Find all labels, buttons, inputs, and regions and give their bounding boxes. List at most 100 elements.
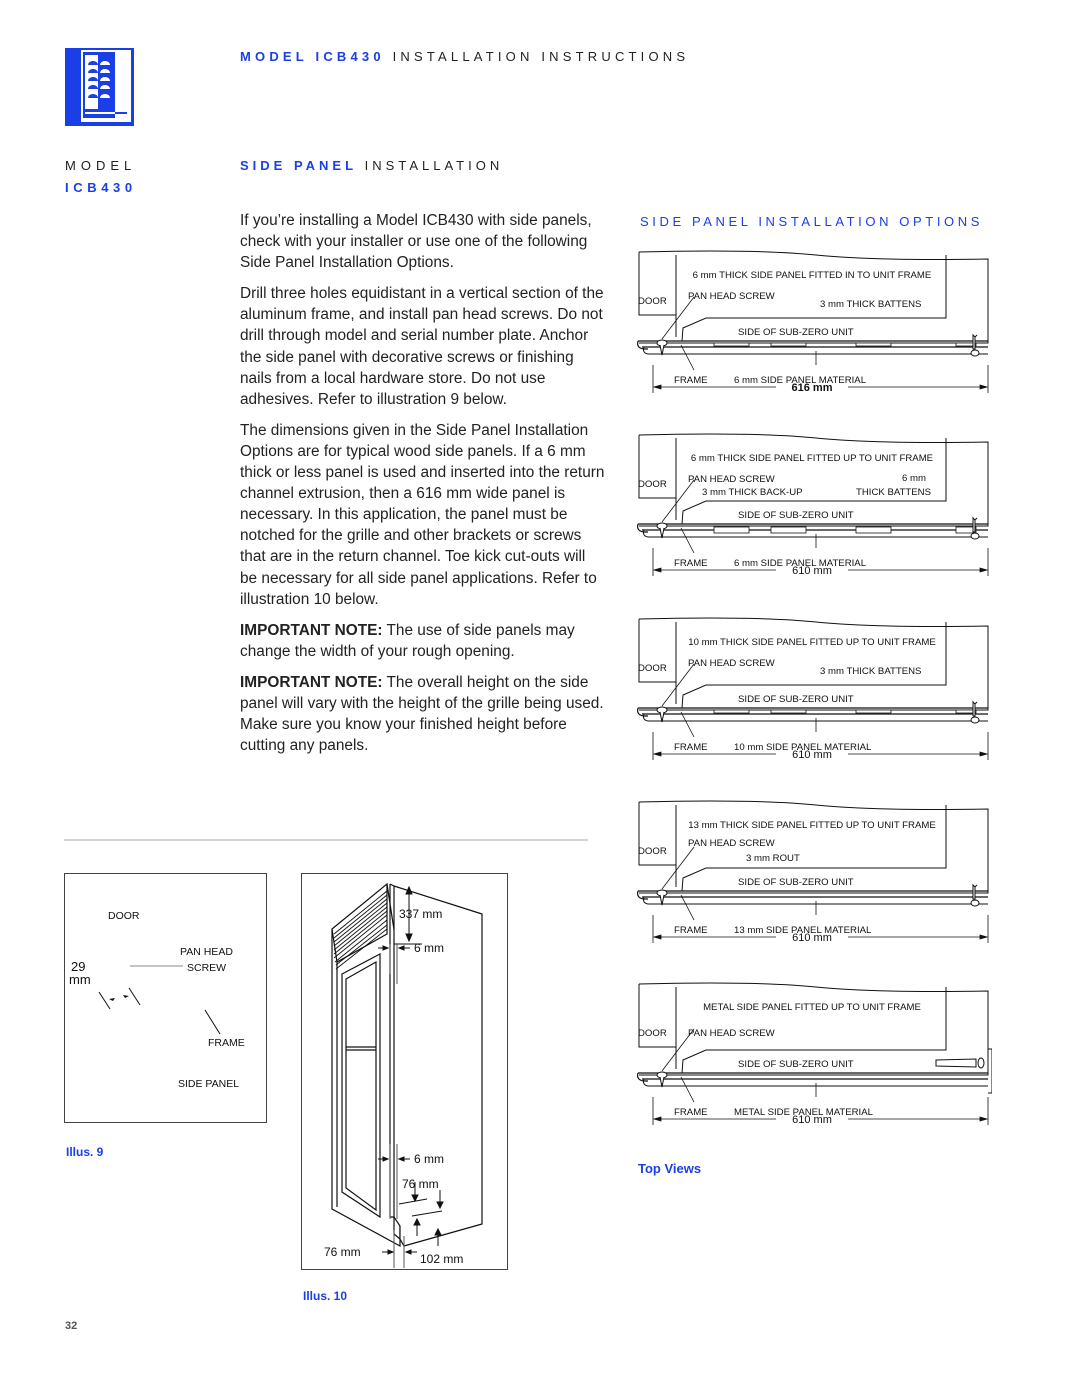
top-view-diagram: 13 mm THICK SIDE PANEL FITTED UP TO UNIT… (636, 795, 992, 955)
door-outline (341, 953, 381, 1219)
diagram-heading: 13 mm THICK SIDE PANEL FITTED UP TO UNIT… (688, 820, 936, 831)
diagram-heading: 6 mm THICK SIDE PANEL FITTED IN TO UNIT … (693, 270, 932, 281)
screw-leader (661, 846, 695, 890)
frame-leader (680, 1076, 695, 1103)
section-title-rest: INSTALLATION (357, 158, 504, 173)
illustration-9-caption: Illus. 9 (66, 1145, 104, 1159)
label-rout: 3 mm ROUT (746, 853, 800, 864)
top-view-diagram: METAL SIDE PANEL FITTED UP TO UNIT FRAME… (636, 977, 992, 1142)
body-text: If you’re installing a Model ICB430 with… (240, 210, 605, 766)
batten (713, 709, 750, 714)
dim-arrow-left (109, 998, 115, 1001)
label-screw: PAN HEAD SCREW (688, 838, 776, 849)
dim-toe-depth: 76 mm (324, 1245, 361, 1259)
label-screw: PAN HEAD SCREW (688, 1028, 776, 1039)
dim-base-height: 102 mm (420, 1252, 463, 1266)
width-value: 610 mm (792, 749, 832, 761)
label-battens-size: 6 mm (902, 473, 926, 484)
dim-tick-right (128, 987, 141, 1006)
batten (770, 526, 807, 534)
label-unit: SIDE OF SUB-ZERO UNIT (738, 1059, 854, 1070)
screw-leader (661, 479, 695, 523)
batten (855, 526, 892, 534)
illustration-10: 337 mm 6 mm 6 mm 76 mm 76 mm 102 mm (301, 873, 508, 1270)
frame-channel (637, 1072, 988, 1082)
document-header: MODEL ICB430 INSTALLATION INSTRUCTIONS (240, 49, 689, 64)
frame-channel (637, 707, 988, 717)
sidebar-model-label: MODEL (65, 158, 137, 173)
label-unit: SIDE OF SUB-ZERO UNIT (738, 877, 854, 888)
dim-gap-top: 6 mm (414, 941, 444, 955)
label-frame: FRAME (674, 375, 708, 386)
header-model: MODEL ICB430 (240, 49, 385, 64)
width-value: 610 mm (792, 1114, 832, 1126)
frame-leader (204, 1009, 221, 1035)
header-subtitle: INSTALLATION INSTRUCTIONS (384, 49, 690, 64)
label-frame: FRAME (208, 1037, 245, 1049)
important-note: IMPORTANT NOTE: The use of side panels m… (240, 620, 605, 662)
top-view-diagram: 6 mm THICK SIDE PANEL FITTED IN TO UNIT … (636, 245, 992, 405)
paragraph: The dimensions given in the Side Panel I… (240, 421, 605, 608)
label-screw: PAN HEAD SCREW (688, 291, 776, 302)
width-value: 610 mm (792, 932, 832, 944)
label-frame: FRAME (674, 1107, 708, 1118)
frame-channel (637, 523, 988, 533)
illustration-10-caption: Illus. 10 (303, 1289, 348, 1303)
dim-toe-height: 76 mm (402, 1177, 439, 1191)
important-note: IMPORTANT NOTE: The overall height on th… (240, 672, 605, 756)
batten (855, 709, 892, 714)
label-frame: FRAME (674, 925, 708, 936)
frame-leader (680, 894, 695, 921)
frame-channel (637, 340, 988, 350)
section-title: SIDE PANEL INSTALLATION (240, 158, 503, 173)
screw-leader (661, 296, 695, 340)
diagram-heading: METAL SIDE PANEL FITTED UP TO UNIT FRAME (703, 1002, 921, 1013)
dim-gap-bottom: 6 mm (414, 1152, 444, 1166)
illustration-9: DOOR PAN HEAD SCREW 29 mm FRAME SIDE PAN… (64, 873, 267, 1123)
width-value: 616 mm (792, 382, 833, 394)
label-unit: SIDE OF SUB-ZERO UNIT (738, 510, 854, 521)
label-screw: PAN HEAD SCREW (688, 658, 776, 669)
label-unit: SIDE OF SUB-ZERO UNIT (738, 694, 854, 705)
frame-leader (680, 711, 695, 738)
decorative-screw-icon (970, 883, 980, 907)
batten (770, 709, 807, 714)
dim-top-height: 337 mm (399, 907, 442, 921)
batten (713, 526, 750, 534)
label-screw: SCREW (187, 962, 226, 974)
top-view-diagram: 10 mm THICK SIDE PANEL FITTED UP TO UNIT… (636, 612, 992, 772)
diagram-heading: 10 mm THICK SIDE PANEL FITTED UP TO UNIT… (688, 637, 936, 648)
dim-tick-left (98, 991, 111, 1010)
label-backup: 3 mm THICK BACK-UP (702, 487, 803, 498)
frame-channel (637, 890, 988, 900)
paragraph: Drill three holes equidistant in a verti… (240, 285, 604, 408)
label-side-panel: SIDE PANEL (178, 1078, 239, 1090)
diagram-heading: 6 mm THICK SIDE PANEL FITTED UP TO UNIT … (691, 453, 933, 464)
label-screw: PAN HEAD SCREW (688, 474, 776, 485)
label-door: DOOR (638, 479, 667, 490)
label-door: DOOR (638, 846, 667, 857)
section-title-bold: SIDE PANEL (240, 158, 358, 173)
note-label: IMPORTANT NOTE: (240, 673, 383, 691)
label-frame: FRAME (674, 742, 708, 753)
label-door: DOOR (638, 1028, 667, 1039)
sidebar-model-number: ICB430 (65, 180, 137, 195)
label-door: DOOR (108, 910, 140, 922)
wine-storage-unit-icon (65, 48, 134, 126)
paragraph: If you’re installing a Model ICB430 with… (240, 212, 592, 272)
label-battens: 3 mm THICK BATTENS (820, 666, 921, 677)
screw-leader (661, 663, 695, 707)
label-frame: FRAME (674, 558, 708, 569)
frame-leader (680, 344, 695, 371)
label-pan-head: PAN HEAD (180, 946, 233, 958)
batten (770, 342, 807, 347)
page-number: 32 (65, 1320, 78, 1332)
top-views-caption: Top Views (638, 1161, 702, 1176)
width-value: 610 mm (792, 565, 832, 577)
label-battens: THICK BATTENS (856, 487, 931, 498)
frame-leader (680, 527, 695, 554)
brand-logo (65, 48, 134, 126)
top-view-diagram: 6 mm THICK SIDE PANEL FITTED UP TO UNIT … (636, 428, 992, 588)
dim-arrow-right (123, 995, 129, 998)
label-door: DOOR (638, 296, 667, 307)
